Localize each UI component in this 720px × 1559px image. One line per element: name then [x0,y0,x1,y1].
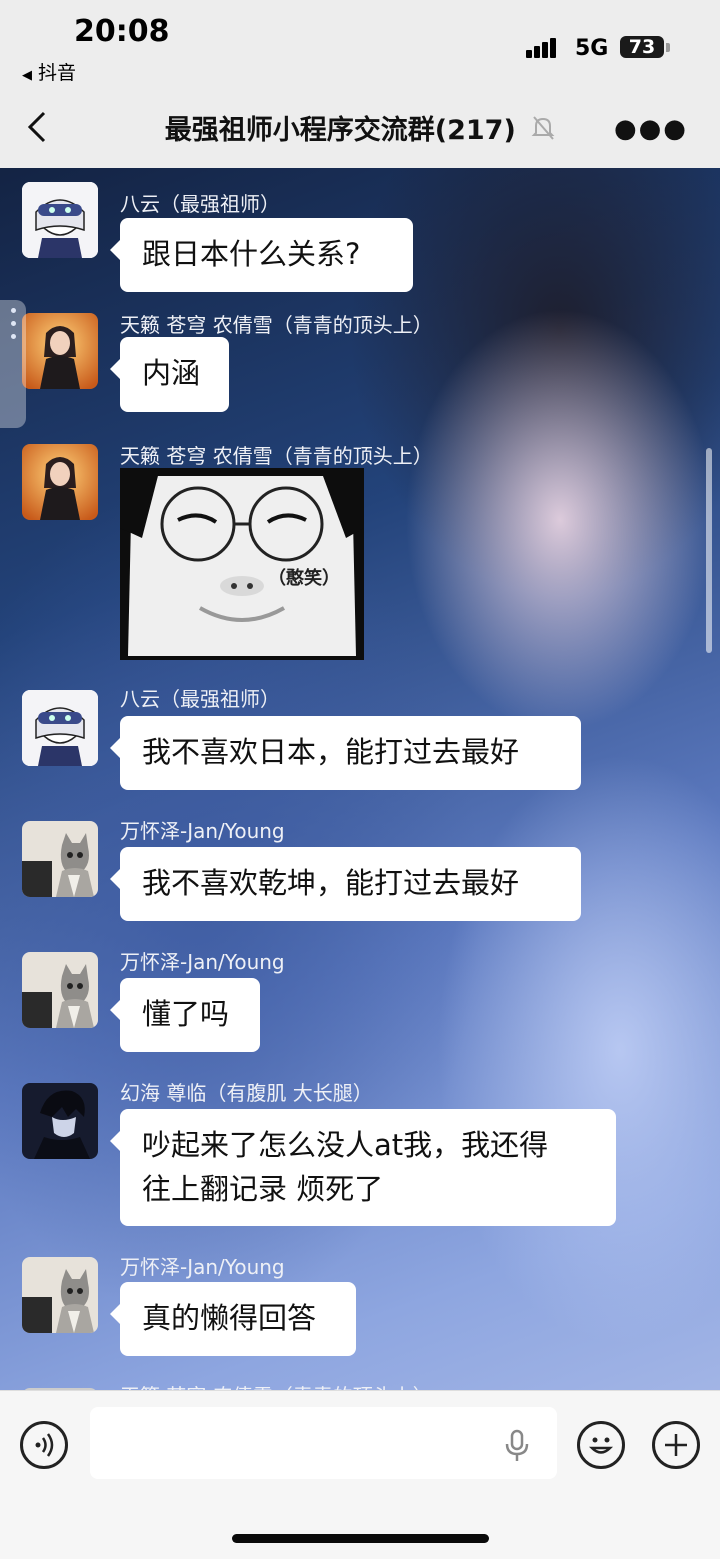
sticker-caption: （憨笑） [268,568,340,589]
chat-header: 最强祖师小程序交流群(217) ●●● [0,96,720,168]
sender-name: 八云（最强祖师） [120,687,280,711]
anime-masked-avatar-icon [22,182,98,258]
avatar[interactable] [22,182,98,258]
sender-name: 万怀泽-Jan/Young [120,819,285,843]
cat-avatar-icon [22,821,98,897]
sender-name: 八云（最强祖师） [120,192,280,216]
cat-avatar-icon [22,1257,98,1333]
status-time: 20:08 [74,14,170,49]
message-line: 往上翻记录 烦死了 [142,1172,384,1206]
add-more-icon[interactable] [652,1421,700,1469]
avatar[interactable] [22,1257,98,1333]
message-bubble[interactable]: 吵起来了怎么没人at我，我还得 往上翻记录 烦死了 [110,1109,616,1226]
anime-girl-avatar-icon [22,444,98,520]
signal-icon [526,38,558,58]
message-line: 吵起来了怎么没人at我，我还得 [142,1128,549,1162]
network-type: 5G [575,36,609,61]
avatar[interactable] [22,952,98,1028]
avatar[interactable] [22,444,98,520]
message-bubble[interactable]: 我不喜欢乾坤，能打过去最好 [110,847,581,921]
chat-message-list[interactable]: 八云（最强祖师） 跟日本什么关系? 天籁 苍穹 农倩雪（青青的顶头上） 内涵 天… [0,168,720,1390]
group-title: 最强祖师小程序交流群(217) [0,108,720,148]
battery-tip [666,43,670,52]
microphone-icon[interactable] [504,1429,530,1467]
group-title-text: 最强祖师小程序交流群(217) [164,115,516,146]
voice-toggle-icon[interactable] [20,1421,68,1469]
message-bubble[interactable]: 懂了吗 [110,978,260,1052]
message-input[interactable] [90,1407,557,1479]
sticker-image[interactable]: （憨笑） [120,468,364,660]
more-options-icon[interactable]: ●●● [614,114,688,144]
sender-name: 万怀泽-Jan/Young [120,1255,285,1279]
avatar[interactable] [22,690,98,766]
back-to-app-link[interactable]: ◀ 抖音 [22,58,76,85]
message-bubble[interactable]: 真的懒得回答 [110,1282,356,1356]
back-app-label: 抖音 [38,62,77,84]
cat-avatar-icon [22,952,98,1028]
avatar[interactable] [22,1083,98,1159]
emoji-icon[interactable] [577,1421,625,1469]
sender-name: 天籁 苍穹 农倩雪（青青的顶头上） [120,1380,433,1390]
sender-name: 天籁 苍穹 农倩雪（青青的顶头上） [120,313,433,337]
home-indicator[interactable] [232,1534,489,1543]
avatar[interactable] [22,821,98,897]
message-bubble[interactable]: 内涵 [110,337,229,412]
anime-girl-avatar-icon [22,313,98,389]
anime-masked-avatar-icon [22,690,98,766]
side-drag-handle[interactable] [0,300,26,428]
battery-icon: 73 [620,36,664,58]
back-triangle-icon: ◀ [22,68,32,83]
status-bar: 20:08 ◀ 抖音 5G 73 [0,0,720,96]
sender-name: 万怀泽-Jan/Young [120,950,285,974]
sender-name: 幻海 尊临（有腹肌 大长腿） [120,1081,373,1105]
dark-anime-avatar-icon [22,1083,98,1159]
mute-bell-icon [531,115,555,148]
scrollbar[interactable] [706,448,712,653]
message-bubble[interactable]: 我不喜欢日本，能打过去最好 [110,716,581,790]
message-bubble[interactable]: 跟日本什么关系? [110,218,413,292]
avatar[interactable] [22,313,98,389]
sender-name: 天籁 苍穹 农倩雪（青青的顶头上） [120,444,433,468]
